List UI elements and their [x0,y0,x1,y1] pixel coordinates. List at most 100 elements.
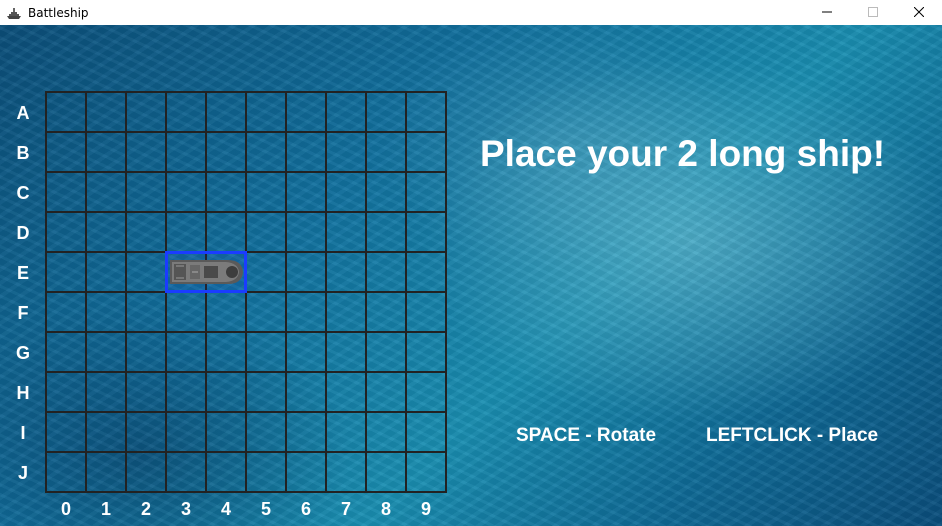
grid-cell-J1[interactable] [87,453,127,493]
grid-cell-A6[interactable] [287,93,327,133]
grid-cell-D4[interactable] [207,213,247,253]
grid-cell-I9[interactable] [407,413,447,453]
grid-cell-H2[interactable] [127,373,167,413]
grid-cell-A9[interactable] [407,93,447,133]
grid-cell-E8[interactable] [367,253,407,293]
close-button[interactable] [896,0,942,25]
grid-cell-G0[interactable] [47,333,87,373]
grid-cell-I5[interactable] [247,413,287,453]
grid-cell-A5[interactable] [247,93,287,133]
grid-cell-B5[interactable] [247,133,287,173]
grid-cell-F6[interactable] [287,293,327,333]
grid-cell-A2[interactable] [127,93,167,133]
grid-cell-B6[interactable] [287,133,327,173]
grid-cell-D8[interactable] [367,213,407,253]
grid-cell-J6[interactable] [287,453,327,493]
game-canvas[interactable]: ABCDEFGHIJ 0 1 2 3 4 5 6 7 8 9 Place your 2 long … [0,25,942,526]
grid-cell-F5[interactable] [247,293,287,333]
grid-cell-D6[interactable] [287,213,327,253]
grid-cell-J0[interactable] [47,453,87,493]
grid-cell-I2[interactable] [127,413,167,453]
grid-cell-E6[interactable] [287,253,327,293]
grid-cell-D3[interactable] [167,213,207,253]
grid-cell-C8[interactable] [367,173,407,213]
grid-cell-C7[interactable] [327,173,367,213]
grid-cell-D7[interactable] [327,213,367,253]
grid-cell-C5[interactable] [247,173,287,213]
grid-cell-E1[interactable] [87,253,127,293]
grid-cell-F1[interactable] [87,293,127,333]
grid-cell-I0[interactable] [47,413,87,453]
grid-cell-B2[interactable] [127,133,167,173]
grid-cell-B1[interactable] [87,133,127,173]
grid-cell-B7[interactable] [327,133,367,173]
grid-cell-H6[interactable] [287,373,327,413]
grid-cell-B9[interactable] [407,133,447,173]
grid-cell-D5[interactable] [247,213,287,253]
grid-cell-D2[interactable] [127,213,167,253]
grid-cell-I8[interactable] [367,413,407,453]
grid-cell-B8[interactable] [367,133,407,173]
grid-cell-A4[interactable] [207,93,247,133]
grid-cell-E5[interactable] [247,253,287,293]
grid-cell-H7[interactable] [327,373,367,413]
grid-cell-B3[interactable] [167,133,207,173]
grid-cell-A7[interactable] [327,93,367,133]
grid-cell-I6[interactable] [287,413,327,453]
grid-cell-F0[interactable] [47,293,87,333]
grid-cell-B4[interactable] [207,133,247,173]
grid-cell-H1[interactable] [87,373,127,413]
grid-cell-J2[interactable] [127,453,167,493]
grid-cell-C3[interactable] [167,173,207,213]
grid-cell-G4[interactable] [207,333,247,373]
grid-cell-H4[interactable] [207,373,247,413]
grid-cell-J3[interactable] [167,453,207,493]
grid-cell-A0[interactable] [47,93,87,133]
grid-cell-A3[interactable] [167,93,207,133]
minimize-button[interactable] [804,0,850,25]
grid-cell-F7[interactable] [327,293,367,333]
grid-cell-B0[interactable] [47,133,87,173]
grid-cell-D9[interactable] [407,213,447,253]
grid-cell-A8[interactable] [367,93,407,133]
grid-cell-C4[interactable] [207,173,247,213]
grid-cell-G7[interactable] [327,333,367,373]
grid-cell-A1[interactable] [87,93,127,133]
grid-cell-E9[interactable] [407,253,447,293]
grid-cell-D0[interactable] [47,213,87,253]
grid-cell-F2[interactable] [127,293,167,333]
grid-cell-G2[interactable] [127,333,167,373]
grid-cell-J9[interactable] [407,453,447,493]
grid-cell-J4[interactable] [207,453,247,493]
grid-cell-F8[interactable] [367,293,407,333]
grid-cell-J7[interactable] [327,453,367,493]
grid-cell-G1[interactable] [87,333,127,373]
grid-cell-C0[interactable] [47,173,87,213]
grid-cell-G3[interactable] [167,333,207,373]
grid-cell-C1[interactable] [87,173,127,213]
grid-cell-G9[interactable] [407,333,447,373]
grid-cell-H3[interactable] [167,373,207,413]
grid-cell-H8[interactable] [367,373,407,413]
grid-cell-F9[interactable] [407,293,447,333]
grid-cell-C2[interactable] [127,173,167,213]
grid-cell-H5[interactable] [247,373,287,413]
grid-cell-G5[interactable] [247,333,287,373]
grid-cell-C9[interactable] [407,173,447,213]
grid-cell-H9[interactable] [407,373,447,413]
grid-cell-F4[interactable] [207,293,247,333]
grid-cell-J8[interactable] [367,453,407,493]
grid-cell-J5[interactable] [247,453,287,493]
grid-cell-E2[interactable] [127,253,167,293]
maximize-button[interactable] [850,0,896,25]
ship-placement-preview[interactable] [165,251,247,293]
grid-cell-E7[interactable] [327,253,367,293]
grid-cell-F3[interactable] [167,293,207,333]
grid-cell-I1[interactable] [87,413,127,453]
grid-cell-C6[interactable] [287,173,327,213]
grid-cell-E0[interactable] [47,253,87,293]
grid-cell-I7[interactable] [327,413,367,453]
grid-cell-I4[interactable] [207,413,247,453]
grid-cell-G6[interactable] [287,333,327,373]
grid-cell-I3[interactable] [167,413,207,453]
